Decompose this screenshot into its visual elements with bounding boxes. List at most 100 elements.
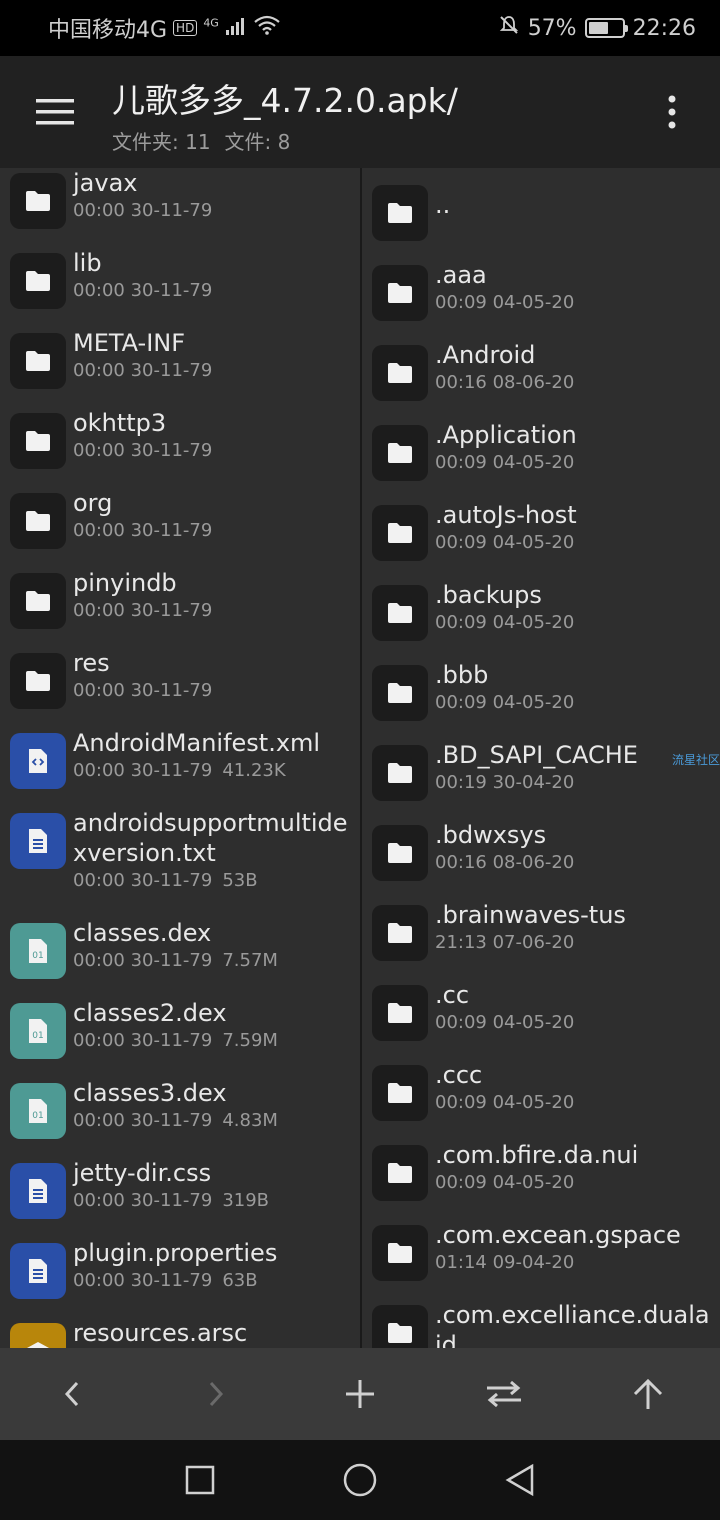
right-file-row[interactable]: .cc 00:09 04-05-20 — [362, 980, 720, 1060]
right-file-row[interactable]: .backups 00:09 04-05-20 — [362, 580, 720, 660]
folder-icon — [372, 665, 428, 721]
arrow-up-icon — [633, 1378, 663, 1409]
parent-directory-row[interactable]: .. — [362, 168, 720, 260]
folder-icon — [372, 505, 428, 561]
dual-pane-browser: javax 00:00 30-11-79 lib 00:00 30-11-79 META… — [0, 168, 720, 1348]
add-button[interactable] — [320, 1354, 400, 1434]
forward-button[interactable] — [176, 1354, 256, 1434]
folders-count: 文件夹: 11 — [112, 129, 211, 154]
file-name: .ccc — [435, 1061, 483, 1089]
left-file-row[interactable]: jetty-dir.css 00:00 30-11-79 319B — [0, 1158, 360, 1238]
folder-icon — [372, 745, 428, 801]
folder-icon — [372, 1305, 428, 1348]
app-bar: 儿歌多多_4.7.2.0.apk/ 文件夹: 11 文件: 8 — [0, 56, 720, 168]
left-file-row[interactable]: androidsupportmultidexversion.txt 00:00 3… — [0, 808, 360, 918]
folder-icon — [372, 905, 428, 961]
file-name: .com.bfire.da.nui — [435, 1141, 639, 1169]
left-file-row[interactable]: 01 classes.dex 00:00 30-11-79 7.57M — [0, 918, 360, 998]
file-date: 00:09 04-05-20 — [435, 532, 575, 553]
folder-icon — [372, 345, 428, 401]
go-up-button[interactable] — [608, 1354, 688, 1434]
left-file-row[interactable]: plugin.properties 00:00 30-11-79 63B — [0, 1238, 360, 1318]
file-name: .bdwxsys — [435, 821, 547, 849]
plus-icon — [346, 1380, 374, 1408]
folder-icon — [372, 425, 428, 481]
right-file-row[interactable]: .brainwaves-tus 21:13 07-06-20 — [362, 900, 720, 980]
left-file-row[interactable]: AndroidManifest.xml 00:00 30-11-79 41.23K — [0, 728, 360, 808]
file-date: 00:16 08-06-20 — [435, 372, 575, 393]
home-button[interactable] — [336, 1456, 384, 1504]
clock: 22:26 — [632, 15, 696, 41]
right-file-row[interactable]: .com.excelliance.dualaid — [362, 1300, 720, 1348]
svg-text:01: 01 — [32, 951, 43, 961]
back-button[interactable] — [32, 1354, 112, 1434]
binary-file-icon: 01 — [10, 923, 66, 979]
file-size: 4.83M — [222, 1110, 278, 1131]
file-date: 00:09 04-05-20 — [435, 452, 575, 473]
right-file-row[interactable]: .bdwxsys 00:16 08-06-20 — [362, 820, 720, 900]
folder-icon — [10, 653, 66, 709]
system-nav-bar — [0, 1440, 720, 1520]
right-file-row[interactable]: .aaa 00:09 04-05-20 — [362, 260, 720, 340]
right-file-row[interactable]: .autoJs-host 00:09 04-05-20 — [362, 500, 720, 580]
file-date: 00:09 04-05-20 — [435, 612, 575, 633]
folder-icon — [372, 1225, 428, 1281]
folder-icon — [10, 413, 66, 469]
file-name: .com.excelliance.dualaid — [435, 1301, 710, 1348]
left-pane[interactable]: javax 00:00 30-11-79 lib 00:00 30-11-79 META… — [0, 168, 360, 1348]
svg-text:01: 01 — [32, 1111, 43, 1121]
back-nav-button[interactable] — [496, 1456, 544, 1504]
folder-icon — [372, 585, 428, 641]
file-name: classes2.dex — [73, 999, 227, 1027]
right-file-row[interactable]: .com.bfire.da.nui 00:09 04-05-20 — [362, 1140, 720, 1220]
right-file-row[interactable]: .bbb 00:09 04-05-20 — [362, 660, 720, 740]
left-file-row[interactable]: res 00:00 30-11-79 — [0, 648, 360, 728]
folder-icon — [10, 173, 66, 229]
file-name: jetty-dir.css — [73, 1159, 212, 1187]
right-file-row[interactable]: .Android 00:16 08-06-20 — [362, 340, 720, 420]
right-file-row[interactable]: .ccc 00:09 04-05-20 — [362, 1060, 720, 1140]
file-size: 53B — [222, 870, 258, 891]
left-file-row[interactable]: 01 classes2.dex 00:00 30-11-79 7.59M — [0, 998, 360, 1078]
triangle-back-icon — [505, 1463, 534, 1497]
left-file-row[interactable]: resources.arsc — [0, 1318, 360, 1348]
file-date: 00:00 30-11-79 — [73, 760, 213, 781]
menu-button[interactable] — [0, 56, 112, 168]
file-date: 00:09 04-05-20 — [435, 292, 575, 313]
more-options-button[interactable] — [624, 56, 720, 168]
file-name: .Android — [435, 341, 536, 369]
file-date: 00:00 30-11-79 — [73, 1190, 213, 1211]
left-file-row[interactable]: okhttp3 00:00 30-11-79 — [0, 408, 360, 488]
left-file-row[interactable]: javax 00:00 30-11-79 — [0, 168, 360, 248]
file-name: .bbb — [435, 661, 489, 689]
folder-icon — [372, 825, 428, 881]
file-date: 00:00 30-11-79 — [73, 200, 213, 221]
file-date: 00:09 04-05-20 — [435, 1012, 575, 1033]
file-date: 00:00 30-11-79 — [73, 360, 213, 381]
file-name: .backups — [435, 581, 542, 609]
file-date: 00:16 08-06-20 — [435, 852, 575, 873]
file-date: 00:00 30-11-79 — [73, 600, 213, 621]
file-date: 00:09 04-05-20 — [435, 1172, 575, 1193]
right-pane[interactable]: .. .aaa 00:09 04-05-20 .Android 00:16 08-06… — [362, 168, 720, 1348]
file-date: 00:00 30-11-79 — [73, 950, 213, 971]
archive-icon — [10, 1323, 66, 1348]
left-file-row[interactable]: lib 00:00 30-11-79 — [0, 248, 360, 328]
file-date: 00:09 04-05-20 — [435, 692, 575, 713]
chevron-left-icon — [64, 1381, 79, 1407]
left-file-row[interactable]: META-INF 00:00 30-11-79 — [0, 328, 360, 408]
left-file-row[interactable]: 01 classes3.dex 00:00 30-11-79 4.83M — [0, 1078, 360, 1158]
right-file-row[interactable]: .Application 00:09 04-05-20 — [362, 420, 720, 500]
left-file-row[interactable]: org 00:00 30-11-79 — [0, 488, 360, 568]
svg-text:01: 01 — [32, 1031, 43, 1041]
recents-button[interactable] — [176, 1456, 224, 1504]
file-date: 00:09 04-05-20 — [435, 1092, 575, 1113]
swap-panes-button[interactable] — [464, 1354, 544, 1434]
more-vertical-icon — [668, 95, 676, 129]
right-file-row[interactable]: .com.excean.gspace 01:14 09-04-20 — [362, 1220, 720, 1300]
right-file-row[interactable]: .BD_SAPI_CACHE 00:19 30-04-20 — [362, 740, 720, 820]
left-file-row[interactable]: pinyindb 00:00 30-11-79 — [0, 568, 360, 648]
file-date: 00:19 30-04-20 — [435, 772, 575, 793]
square-icon — [185, 1465, 215, 1495]
folder-icon — [10, 333, 66, 389]
